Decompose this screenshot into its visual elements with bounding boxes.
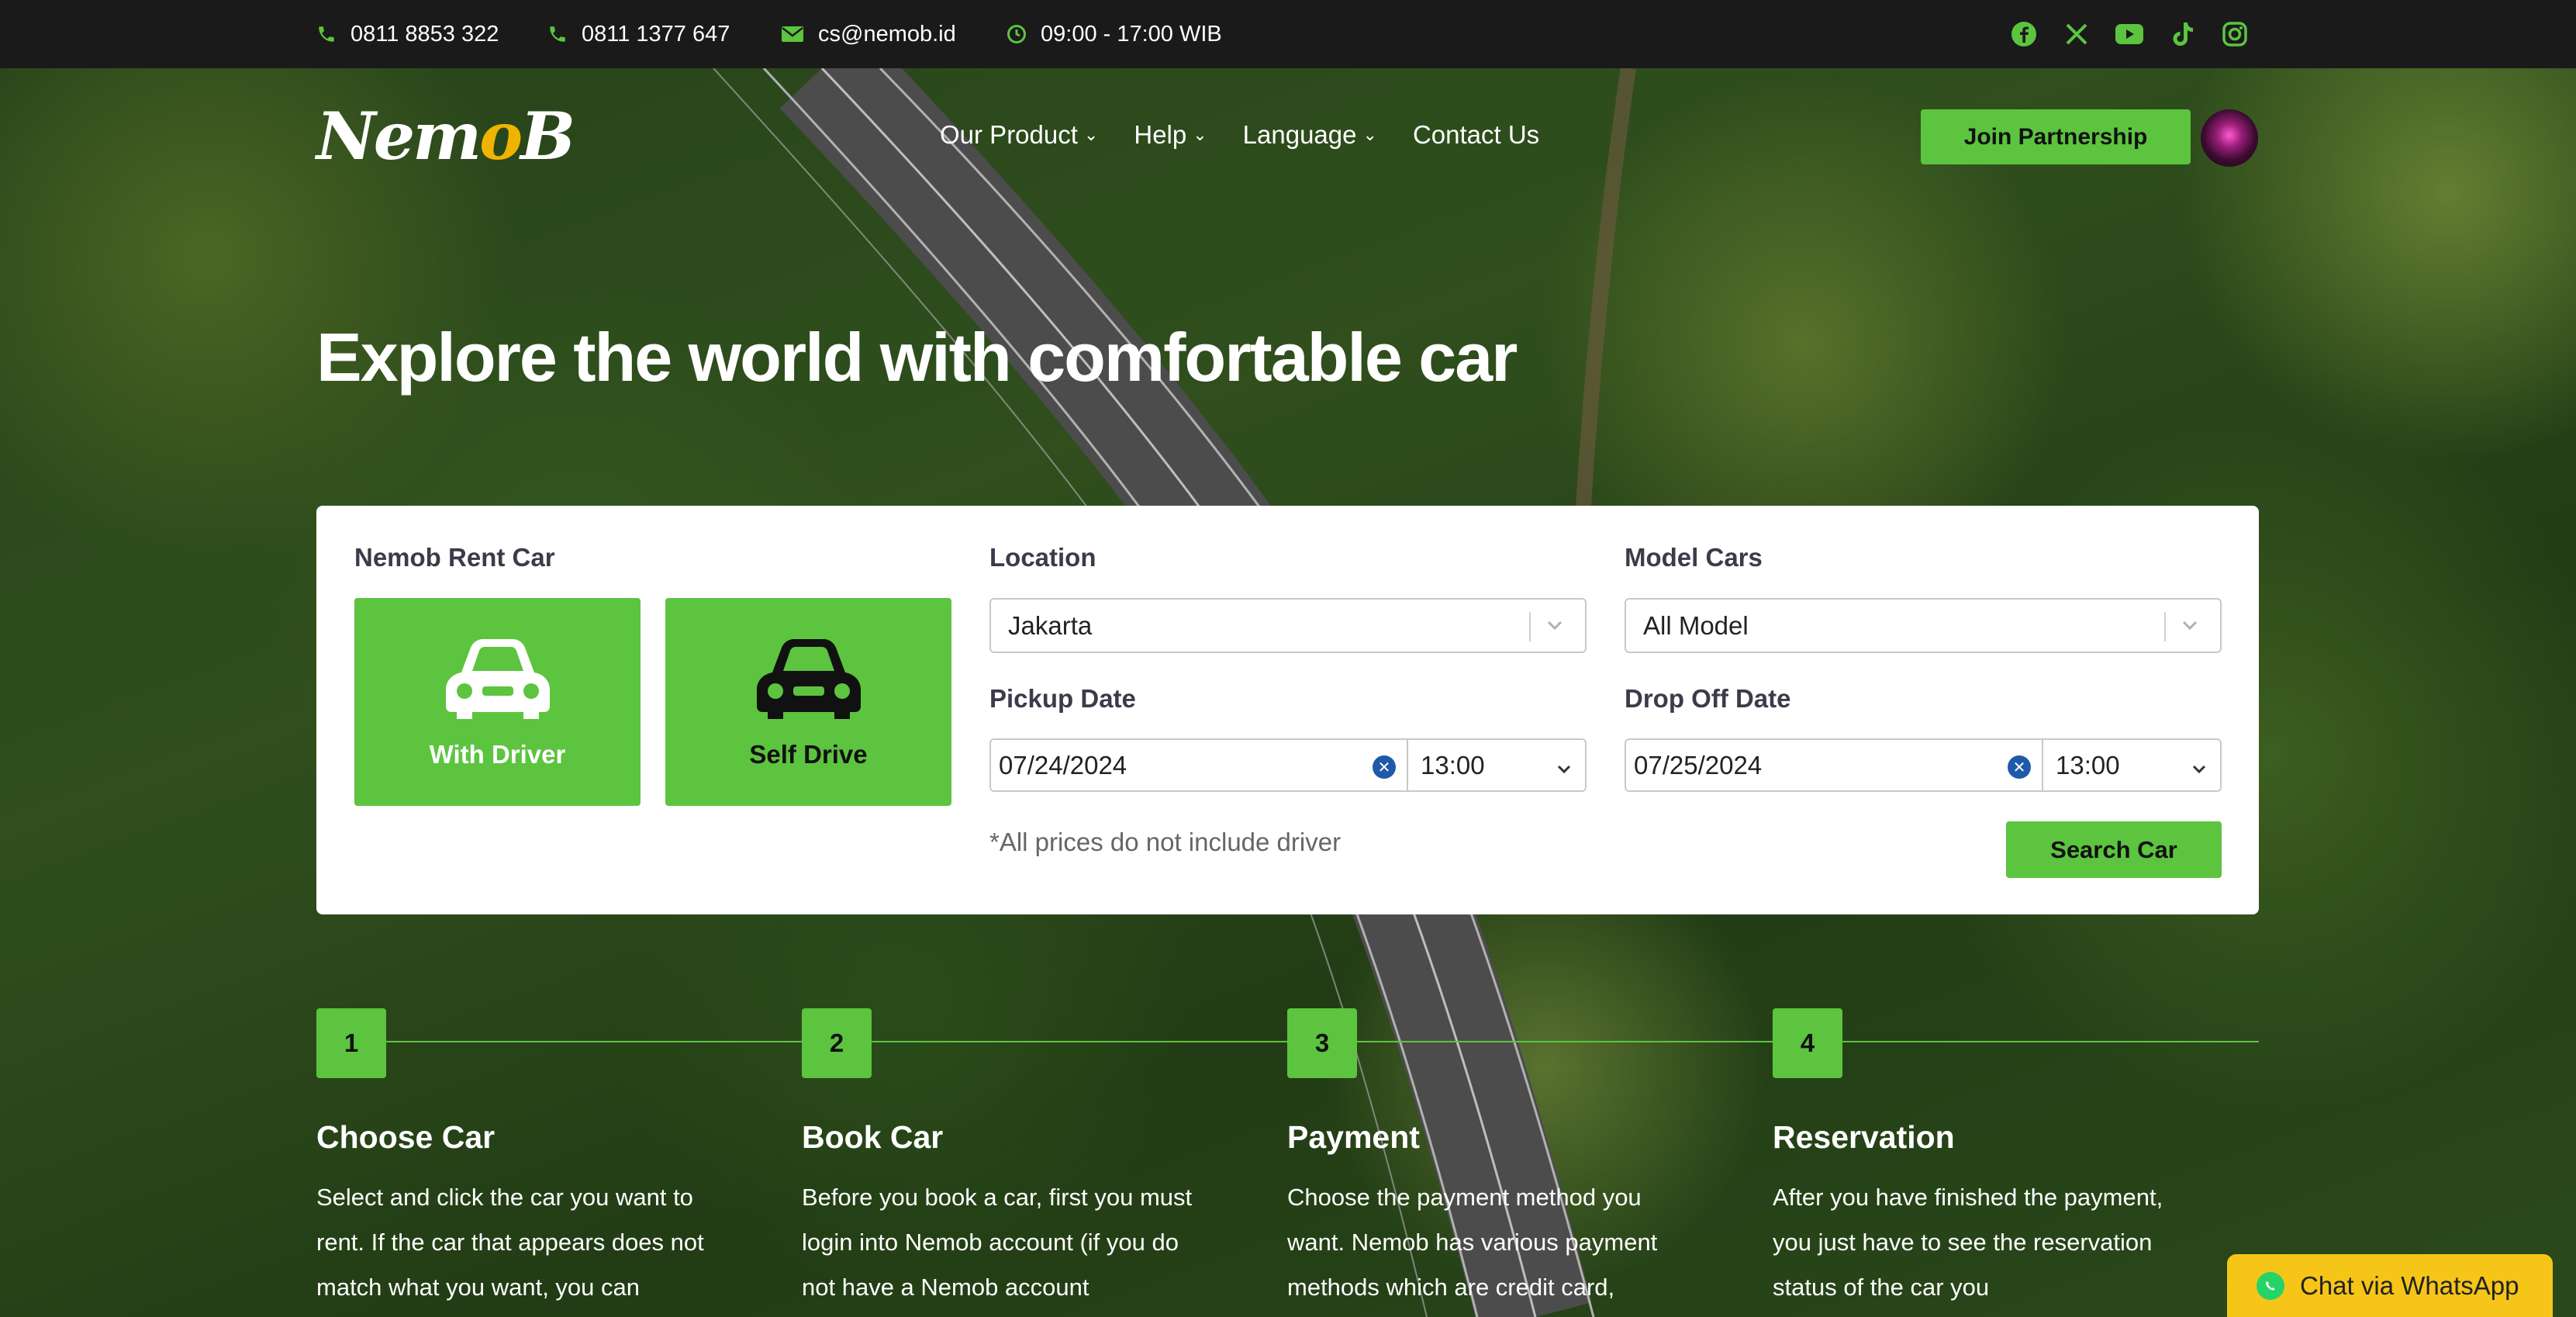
select-divider [2164, 612, 2166, 641]
location-label: Location [989, 543, 1096, 572]
whatsapp-chat-button[interactable]: Chat via WhatsApp [2227, 1254, 2553, 1317]
instagram-icon[interactable] [2221, 20, 2249, 48]
clear-date-icon[interactable]: ✕ [2008, 755, 2031, 779]
clock-icon [1007, 24, 1027, 44]
step-number: 2 [802, 1008, 872, 1078]
model-value: All Model [1643, 610, 1749, 640]
phone-number-2: 0811 1377 647 [582, 21, 730, 47]
step-title: Payment [1287, 1119, 1420, 1155]
phone-number-1: 0811 8853 322 [350, 21, 499, 47]
price-note: *All prices do not include driver [989, 828, 1342, 856]
facebook-icon[interactable] [2010, 20, 2038, 48]
search-card: Nemob Rent Car With Driver Self Drive Lo… [316, 506, 2259, 914]
top-contact-bar: 0811 8853 322 0811 1377 647 cs@nemob.id … [0, 0, 2576, 68]
chevron-down-icon [2178, 614, 2201, 643]
phone-icon [316, 24, 337, 44]
step-number: 3 [1287, 1008, 1357, 1078]
pickup-date-input[interactable]: 07/24/2024 ✕ [989, 738, 1408, 792]
dropoff-date-label: Drop Off Date [1625, 684, 1791, 713]
step-number: 4 [1773, 1008, 1842, 1078]
business-hours: 09:00 - 17:00 WIB [1007, 0, 1222, 68]
pickup-date-value: 07/24/2024 [999, 750, 1127, 779]
chevron-down-icon [1543, 614, 1566, 643]
self-drive-option[interactable]: Self Drive [665, 598, 951, 806]
nav-help[interactable]: Help ⌄ [1134, 120, 1207, 150]
car-icon [440, 635, 556, 726]
chevron-down-icon [2189, 755, 2209, 785]
step-description: Select and click the car you want to ren… [316, 1184, 704, 1301]
step-number: 1 [316, 1008, 386, 1078]
nav-contact-us[interactable]: Contact Us [1413, 120, 1539, 150]
chevron-down-icon: ⌄ [1193, 125, 1207, 144]
email-address: cs@nemob.id [818, 21, 956, 47]
step-description: Before you book a car, first you must lo… [802, 1184, 1193, 1301]
whatsapp-icon [2257, 1271, 2284, 1300]
pickup-time-value: 13:00 [1421, 750, 1485, 779]
car-icon [751, 635, 867, 726]
chevron-down-icon: ⌄ [1083, 125, 1099, 144]
dropoff-date-input[interactable]: 07/25/2024 ✕ [1625, 738, 2043, 792]
step-title: Book Car [802, 1119, 944, 1155]
tiktok-icon[interactable] [2168, 20, 2196, 48]
hero-title: Explore the world with comfortable car [316, 319, 1518, 396]
dropoff-time-value: 13:00 [2056, 750, 2120, 779]
model-cars-select[interactable]: All Model [1625, 598, 2222, 653]
select-divider [1529, 612, 1531, 641]
nav-our-product[interactable]: Our Product ⌄ [940, 120, 1098, 150]
step-title: Choose Car [316, 1119, 496, 1155]
search-car-button[interactable]: Search Car [2006, 821, 2222, 878]
x-icon[interactable] [2063, 20, 2091, 48]
rent-type-label: Nemob Rent Car [354, 543, 555, 572]
dropoff-date-value: 07/25/2024 [1634, 750, 1763, 779]
youtube-icon[interactable] [2115, 20, 2143, 48]
mail-icon [781, 25, 804, 43]
join-partnership-button[interactable]: Join Partnership [1921, 109, 2191, 164]
location-value: Jakarta [1008, 610, 1093, 640]
phone-contact-1[interactable]: 0811 8853 322 [316, 0, 499, 68]
dropoff-time-select[interactable]: 13:00 [2043, 738, 2222, 792]
pickup-time-select[interactable]: 13:00 [1408, 738, 1587, 792]
main-nav: Our Product ⌄ Help ⌄ Language ⌄ Contact Us [940, 120, 1575, 150]
with-driver-label: With Driver [429, 739, 566, 769]
with-driver-option[interactable]: With Driver [354, 598, 641, 806]
clear-date-icon[interactable]: ✕ [1373, 755, 1396, 779]
chevron-down-icon: ⌄ [1362, 125, 1377, 144]
social-links [2010, 20, 2274, 48]
hours-text: 09:00 - 17:00 WIB [1041, 21, 1222, 47]
nemob-logo[interactable]: NemoB [316, 98, 575, 175]
location-select[interactable]: Jakarta [989, 598, 1587, 653]
email-contact[interactable]: cs@nemob.id [781, 0, 956, 68]
step-description: Choose the payment method you want. Nemo… [1287, 1184, 1658, 1301]
chevron-down-icon [1554, 755, 1574, 785]
nav-language[interactable]: Language ⌄ [1243, 120, 1377, 150]
pickup-date-label: Pickup Date [989, 684, 1136, 713]
step-title: Reservation [1773, 1119, 1955, 1155]
model-cars-label: Model Cars [1625, 543, 1763, 572]
step-description: After you have finished the payment, you… [1773, 1184, 2163, 1301]
phone-icon [547, 24, 568, 44]
avatar[interactable] [2201, 109, 2258, 167]
phone-contact-2[interactable]: 0811 1377 647 [547, 0, 730, 68]
self-drive-label: Self Drive [749, 739, 868, 769]
whatsapp-label: Chat via WhatsApp [2300, 1270, 2519, 1300]
